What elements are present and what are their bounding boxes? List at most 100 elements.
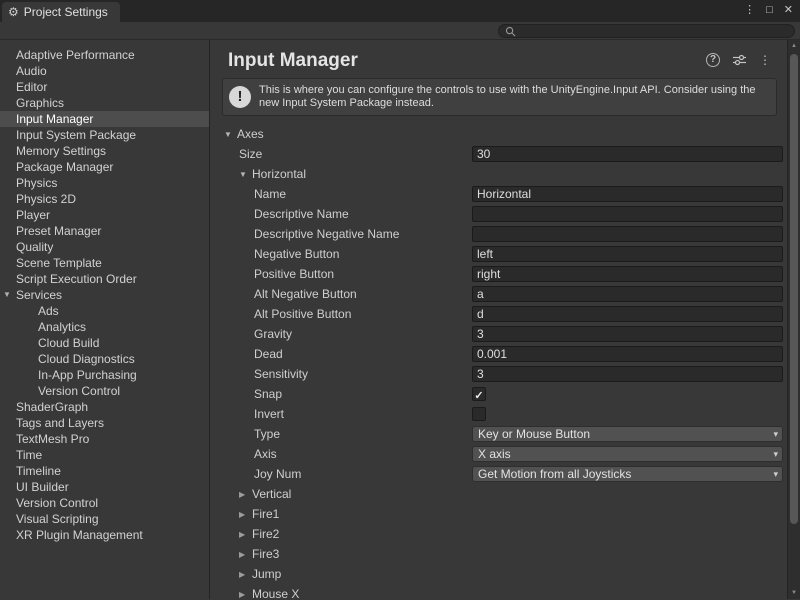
text-field-positive-button[interactable] bbox=[472, 266, 783, 282]
foldout-label[interactable]: ▶Vertical bbox=[239, 487, 291, 501]
tab-project-settings[interactable]: ⚙ Project Settings bbox=[2, 2, 120, 22]
row-positive-button: Positive Button bbox=[210, 264, 787, 284]
foldout-label[interactable]: ▶Fire1 bbox=[239, 507, 279, 521]
property-label: Snap bbox=[254, 387, 282, 401]
sidebar-item-input-manager[interactable]: Input Manager bbox=[0, 111, 209, 127]
dropdown-value: X axis bbox=[478, 447, 511, 461]
sidebar-item-textmesh-pro[interactable]: TextMesh Pro bbox=[0, 431, 209, 447]
label-text: Sensitivity bbox=[254, 367, 308, 381]
foldout-expanded-icon[interactable]: ▼ bbox=[3, 287, 11, 303]
sidebar-item-label: Visual Scripting bbox=[16, 512, 99, 526]
sidebar-item-shadergraph[interactable]: ShaderGraph bbox=[0, 399, 209, 415]
sidebar-item-scene-template[interactable]: Scene Template bbox=[0, 255, 209, 271]
presets-icon[interactable] bbox=[733, 54, 746, 66]
sidebar-item-audio[interactable]: Audio bbox=[0, 63, 209, 79]
sidebar-item-xr-plugin-management[interactable]: XR Plugin Management bbox=[0, 527, 209, 543]
text-field-size[interactable] bbox=[472, 146, 783, 162]
foldout-collapsed-icon[interactable]: ▶ bbox=[239, 590, 248, 599]
sidebar-item-physics-2d[interactable]: Physics 2D bbox=[0, 191, 209, 207]
row-vertical: ▶Vertical bbox=[210, 484, 787, 504]
sidebar-item-tags-and-layers[interactable]: Tags and Layers bbox=[0, 415, 209, 431]
sidebar-item-graphics[interactable]: Graphics bbox=[0, 95, 209, 111]
row-type: Type Key or Mouse Button▾ bbox=[210, 424, 787, 444]
foldout-expanded-icon[interactable]: ▼ bbox=[239, 170, 248, 179]
sidebar-item-adaptive-performance[interactable]: Adaptive Performance bbox=[0, 47, 209, 63]
sidebar-item-visual-scripting[interactable]: Visual Scripting bbox=[0, 511, 209, 527]
close-button[interactable]: ✕ bbox=[784, 3, 793, 17]
checkbox-snap[interactable]: ✓ bbox=[472, 387, 486, 401]
foldout-collapsed-icon[interactable]: ▶ bbox=[239, 550, 248, 559]
help-icon[interactable]: ? bbox=[706, 53, 720, 67]
foldout-label[interactable]: ▼Axes bbox=[224, 127, 264, 141]
sidebar-item-physics[interactable]: Physics bbox=[0, 175, 209, 191]
main-scrollbar[interactable]: ▲ ▼ bbox=[787, 40, 800, 599]
label-text: Invert bbox=[254, 407, 284, 421]
label-text: Type bbox=[254, 427, 280, 441]
sidebar-item-label: Adaptive Performance bbox=[16, 48, 135, 62]
foldout-label[interactable]: ▶Mouse X bbox=[239, 587, 299, 599]
text-field-descriptive-name[interactable] bbox=[472, 206, 783, 222]
sidebar-item-timeline[interactable]: Timeline bbox=[0, 463, 209, 479]
sidebar-item-in-app-purchasing[interactable]: In-App Purchasing bbox=[0, 367, 209, 383]
sidebar-item-quality[interactable]: Quality bbox=[0, 239, 209, 255]
row-invert: Invert bbox=[210, 404, 787, 424]
sidebar-item-services[interactable]: ▼Services bbox=[0, 287, 209, 303]
sidebar-item-script-execution-order[interactable]: Script Execution Order bbox=[0, 271, 209, 287]
maximize-button[interactable]: □ bbox=[766, 3, 773, 17]
sidebar-item-package-manager[interactable]: Package Manager bbox=[0, 159, 209, 175]
foldout-collapsed-icon[interactable]: ▶ bbox=[239, 570, 248, 579]
row-fire1: ▶Fire1 bbox=[210, 504, 787, 524]
search-box[interactable] bbox=[498, 24, 795, 38]
sidebar-item-label: In-App Purchasing bbox=[38, 368, 137, 382]
checkbox-invert[interactable] bbox=[472, 407, 486, 421]
info-text: This is where you can configure the cont… bbox=[259, 84, 766, 110]
sidebar-item-label: ShaderGraph bbox=[16, 400, 88, 414]
scrollbar-thumb[interactable] bbox=[790, 54, 798, 524]
text-field-alt-negative-button[interactable] bbox=[472, 286, 783, 302]
dropdown-axis[interactable]: X axis▾ bbox=[472, 446, 783, 462]
foldout-collapsed-icon[interactable]: ▶ bbox=[239, 510, 248, 519]
foldout-expanded-icon[interactable]: ▼ bbox=[224, 130, 233, 139]
property-label: Sensitivity bbox=[254, 367, 308, 381]
sidebar-item-editor[interactable]: Editor bbox=[0, 79, 209, 95]
text-field-gravity[interactable] bbox=[472, 326, 783, 342]
sidebar-item-analytics[interactable]: Analytics bbox=[0, 319, 209, 335]
text-field-name[interactable] bbox=[472, 186, 783, 202]
dropdown-type[interactable]: Key or Mouse Button▾ bbox=[472, 426, 783, 442]
context-menu-icon[interactable]: ⋮ bbox=[759, 53, 771, 67]
sidebar-item-ui-builder[interactable]: UI Builder bbox=[0, 479, 209, 495]
text-field-dead[interactable] bbox=[472, 346, 783, 362]
text-field-sensitivity[interactable] bbox=[472, 366, 783, 382]
sidebar-item-time[interactable]: Time bbox=[0, 447, 209, 463]
sidebar-item-version-control[interactable]: Version Control bbox=[0, 495, 209, 511]
sidebar-item-preset-manager[interactable]: Preset Manager bbox=[0, 223, 209, 239]
sidebar-item-input-system-package[interactable]: Input System Package bbox=[0, 127, 209, 143]
foldout-label[interactable]: ▼Horizontal bbox=[239, 167, 306, 181]
sidebar-item-player[interactable]: Player bbox=[0, 207, 209, 223]
dropdown-joy-num[interactable]: Get Motion from all Joysticks▾ bbox=[472, 466, 783, 482]
text-field-alt-positive-button[interactable] bbox=[472, 306, 783, 322]
row-gravity: Gravity bbox=[210, 324, 787, 344]
text-field-negative-button[interactable] bbox=[472, 246, 783, 262]
sidebar-item-cloud-build[interactable]: Cloud Build bbox=[0, 335, 209, 351]
scroll-up-icon[interactable]: ▲ bbox=[788, 43, 800, 49]
sidebar-item-memory-settings[interactable]: Memory Settings bbox=[0, 143, 209, 159]
sidebar-item-version-control[interactable]: Version Control bbox=[0, 383, 209, 399]
sidebar-item-cloud-diagnostics[interactable]: Cloud Diagnostics bbox=[0, 351, 209, 367]
row-sensitivity: Sensitivity bbox=[210, 364, 787, 384]
property-label: Alt Positive Button bbox=[254, 307, 351, 321]
label-text: Gravity bbox=[254, 327, 292, 341]
window-menu-button[interactable]: ⋮ bbox=[744, 3, 755, 17]
foldout-label[interactable]: ▶Fire3 bbox=[239, 547, 279, 561]
sidebar-item-ads[interactable]: Ads bbox=[0, 303, 209, 319]
foldout-collapsed-icon[interactable]: ▶ bbox=[239, 530, 248, 539]
property-label: Name bbox=[254, 187, 286, 201]
foldout-label[interactable]: ▶Jump bbox=[239, 567, 281, 581]
foldout-collapsed-icon[interactable]: ▶ bbox=[239, 490, 248, 499]
scroll-down-icon[interactable]: ▼ bbox=[788, 590, 800, 596]
property-label: Joy Num bbox=[254, 467, 301, 481]
sidebar-item-label: Timeline bbox=[16, 464, 61, 478]
search-input[interactable] bbox=[520, 25, 788, 37]
foldout-label[interactable]: ▶Fire2 bbox=[239, 527, 279, 541]
text-field-descriptive-negative-name[interactable] bbox=[472, 226, 783, 242]
